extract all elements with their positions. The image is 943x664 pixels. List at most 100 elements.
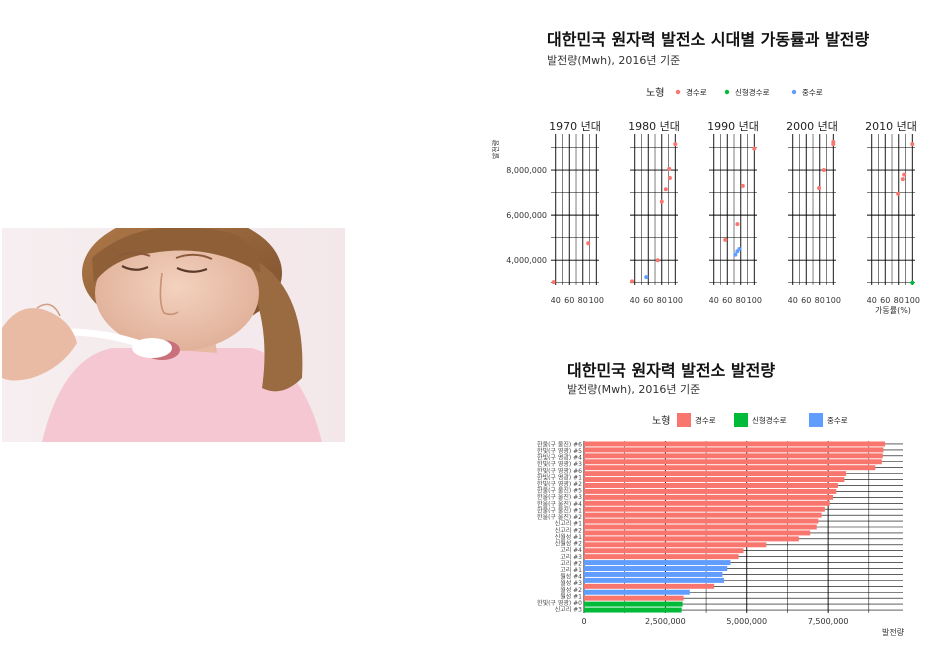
bar-legend-key <box>677 413 691 427</box>
bar <box>584 548 744 554</box>
bar <box>584 506 825 512</box>
y-tick-label: 6,000,000 <box>506 211 547 220</box>
facet-panel: 2010 년대 40 60 80 100 <box>865 120 920 305</box>
bar <box>584 453 883 459</box>
data-point <box>817 186 822 191</box>
scatter-y-axis-label: 발전량 <box>491 139 500 159</box>
y-tick-label: 8,000,000 <box>506 166 547 175</box>
bar <box>584 482 838 488</box>
x-tick-label: 60 <box>564 296 574 305</box>
bar <box>584 512 822 518</box>
bar-legend-label: 중수로 <box>827 416 848 425</box>
facet-label: 2000 년대 <box>786 120 838 133</box>
x-tick-label: 100 <box>905 296 920 305</box>
x-tick-label: 40 <box>630 296 640 305</box>
scatter-legend-key <box>724 89 730 95</box>
scatter-chart-subtitle: 발전량(Mwh), 2016년 기준 <box>547 54 681 67</box>
y-tick-label: 4,000,000 <box>506 256 547 265</box>
bar <box>584 536 799 542</box>
bar <box>584 447 884 453</box>
bar <box>584 530 811 536</box>
bar <box>584 459 882 465</box>
bar-legend-key <box>809 413 823 427</box>
scatter-chart: 노형 경수로 신형경수로 중수로 발전량 가동률(%) 1970 년대40 60 80 1… <box>491 87 920 315</box>
data-point <box>663 187 668 192</box>
x-tick-label: 100 <box>826 296 841 305</box>
x-tick-label: 40 <box>867 296 877 305</box>
bar <box>584 560 731 566</box>
data-point <box>910 280 915 285</box>
facet-label: 1970 년대 <box>549 120 601 133</box>
x-tick-label: 60 <box>722 296 732 305</box>
bar <box>584 554 739 560</box>
bar <box>584 465 876 471</box>
x-tick-label: 100 <box>589 296 604 305</box>
data-point <box>733 252 738 257</box>
data-point <box>551 280 556 285</box>
bar-legend-label: 신형경수로 <box>752 415 787 425</box>
bar <box>584 577 724 583</box>
x-tick-label: 100 <box>747 296 762 305</box>
bar <box>584 542 767 548</box>
x-tick-label: 40 <box>551 296 561 305</box>
x-tick-label: 60 <box>643 296 653 305</box>
facet-panel: 2000 년대 40 60 80 100 <box>786 120 841 305</box>
x-tick-label: 40 <box>709 296 719 305</box>
scatter-legend-key <box>675 89 681 95</box>
facet-label: 2010 년대 <box>865 120 917 133</box>
data-point <box>673 142 678 147</box>
data-point <box>902 172 907 177</box>
bar <box>584 571 723 577</box>
x-tick-label: 80 <box>657 296 667 305</box>
data-point <box>630 279 635 284</box>
data-point <box>644 275 649 280</box>
scatter-legend-title: 노형 <box>646 87 664 99</box>
x-tick-label: 80 <box>578 296 588 305</box>
bar <box>584 595 684 601</box>
bar <box>584 471 847 477</box>
bar <box>584 518 819 524</box>
bar <box>584 566 728 572</box>
data-point <box>900 177 905 182</box>
x-tick-label: 80 <box>736 296 746 305</box>
bar <box>584 524 817 530</box>
bar <box>584 441 886 447</box>
data-point <box>752 146 757 151</box>
data-point <box>667 175 672 180</box>
scatter-legend-label: 중수로 <box>802 88 823 97</box>
data-point <box>831 142 836 147</box>
data-point <box>655 258 660 263</box>
scatter-legend-key <box>791 89 797 95</box>
bar-legend-label: 경수로 <box>695 415 716 425</box>
x-tick-label: 80 <box>815 296 825 305</box>
x-tick-label: 5,000,000 <box>726 617 767 626</box>
x-tick-label: 2,500,000 <box>645 617 686 626</box>
bar <box>584 477 845 483</box>
x-tick-label: 60 <box>801 296 811 305</box>
scatter-x-axis-label: 가동률(%) <box>875 306 911 315</box>
bar <box>584 488 837 494</box>
data-point <box>735 222 740 227</box>
data-point <box>735 249 740 254</box>
x-tick-label: 40 <box>788 296 798 305</box>
x-tick-label: 80 <box>894 296 904 305</box>
data-point <box>740 183 745 188</box>
facet-panel: 1970 년대 40 60 80 100 <box>549 120 604 305</box>
woman-tasting-spoon-photo <box>2 228 345 442</box>
data-point <box>667 166 672 171</box>
bar-legend: 경수로 신형경수로 중수로 <box>677 413 848 427</box>
facet-panel: 1980 년대 40 60 80 100 <box>628 120 683 305</box>
x-tick-label: 100 <box>668 296 683 305</box>
bar-chart: 노형 경수로 신형경수로 중수로 발전량 한울(구 울진) #6한빛(구 영광) #… <box>537 413 905 637</box>
data-point <box>896 191 901 196</box>
data-point <box>723 237 728 242</box>
scatter-legend-label: 신형경수로 <box>735 87 770 97</box>
data-point <box>821 168 826 173</box>
bar <box>584 500 830 506</box>
x-tick-label: 0 <box>581 617 586 626</box>
bar-chart-subtitle: 발전량(Mwh), 2016년 기준 <box>567 383 701 396</box>
scatter-legend: 경수로 신형경수로 중수로 <box>675 87 823 97</box>
category-label: 신고리 #3 <box>555 606 582 614</box>
x-tick-label: 60 <box>880 296 890 305</box>
bar-legend-title: 노형 <box>652 415 670 427</box>
